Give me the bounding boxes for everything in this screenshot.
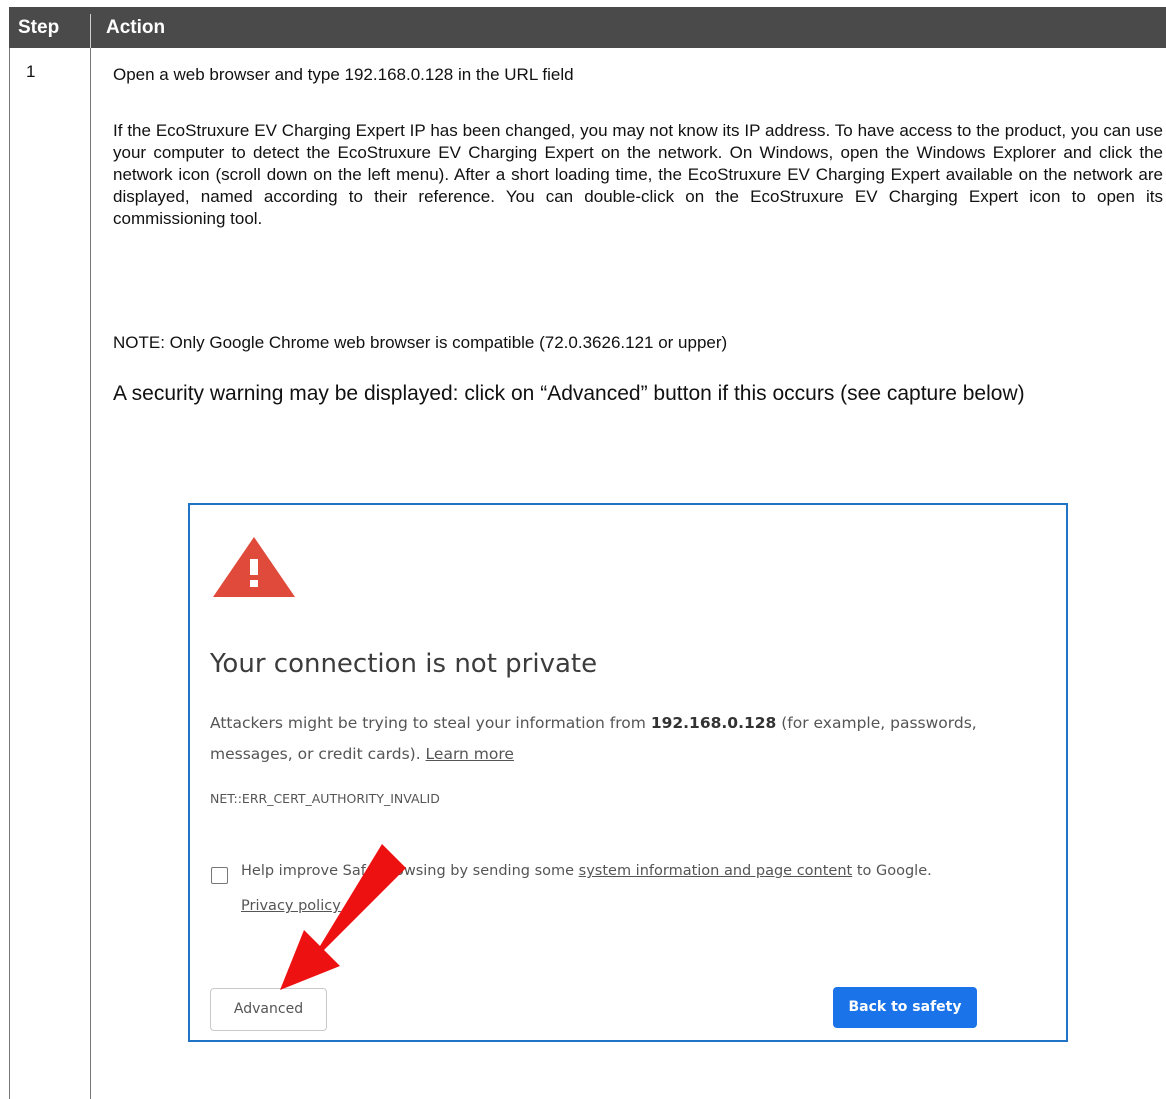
learn-more-link[interactable]: Learn more [426,745,514,763]
back-to-safety-button[interactable]: Back to safety [833,987,977,1028]
header-step: Step [18,17,60,38]
open-instruction: Open a web browser and type 192.168.0.12… [113,65,574,84]
system-info-link[interactable]: system information and page content [579,863,853,879]
step-number: 1 [26,62,36,81]
column-divider [90,48,91,1099]
message-part: Attackers might be trying to steal your … [210,714,651,732]
table-header: Step Action [9,7,1166,48]
security-warning-instruction: A security warning may be displayed: cli… [113,382,1025,405]
header-action: Action [106,17,166,38]
message-host: 192.168.0.128 [650,714,777,732]
body-paragraph: If the EcoStruxure EV Charging Expert IP… [113,121,1163,228]
advanced-button[interactable]: Advanced [210,988,327,1031]
compatibility-note: NOTE: Only Google Chrome web browser is … [113,333,728,352]
table-left-border [9,48,10,1099]
capture-title: Your connection is not private [210,649,598,679]
warning-triangle-icon [213,537,295,597]
safe-browsing-text: Help improve Safe Browsing by sending so… [241,863,932,879]
header-divider [90,14,91,48]
help-part: Help improve Safe Browsing by sending so… [241,863,579,879]
safe-browsing-checkbox[interactable] [211,867,228,884]
help-part: to Google. [852,863,932,879]
capture-message: Attackers might be trying to steal your … [210,708,1060,770]
error-code: NET::ERR_CERT_AUTHORITY_INVALID [210,791,440,806]
privacy-policy-link[interactable]: Privacy policy [241,898,341,914]
browser-warning-capture: Your connection is not private Attackers… [188,503,1068,1042]
